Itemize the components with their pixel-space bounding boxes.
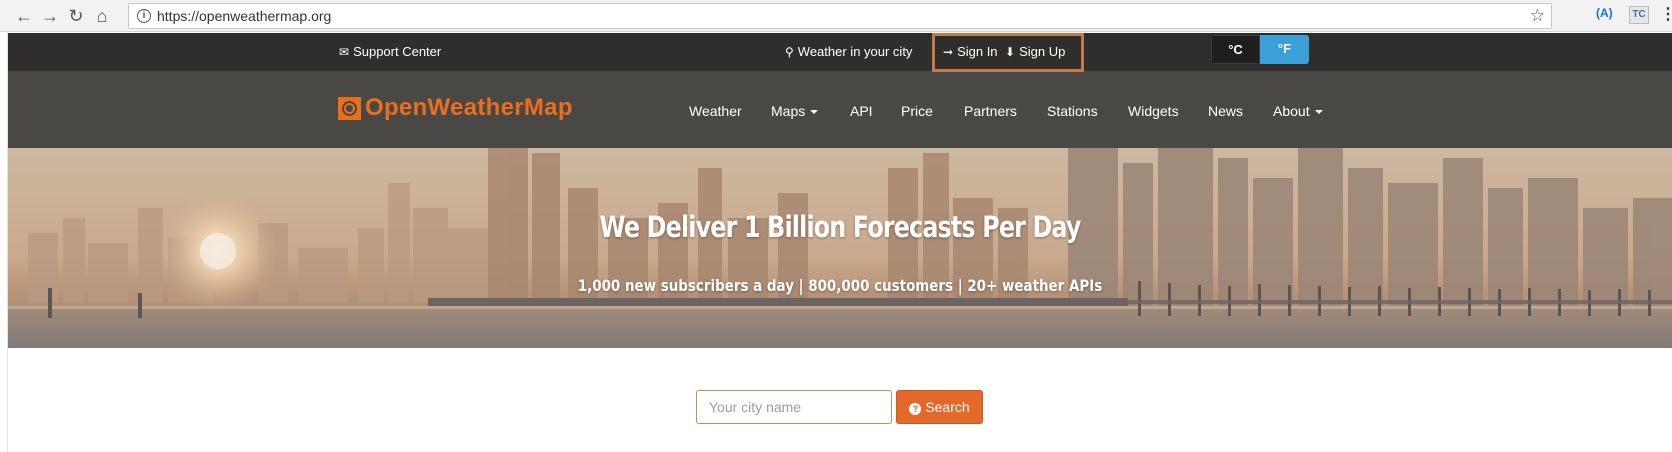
sign-in-label: Sign In bbox=[957, 44, 998, 59]
nav-item-news[interactable]: News bbox=[1208, 103, 1243, 119]
nav-item-price[interactable]: Price bbox=[901, 103, 933, 119]
support-center-label: Support Center bbox=[353, 44, 442, 59]
main-navigation: OpenWeatherMap Weather Maps API Price Pa… bbox=[8, 72, 1672, 148]
sign-up-link[interactable]: ⬇ Sign Up bbox=[1005, 44, 1065, 59]
reload-icon[interactable]: ↻ bbox=[66, 6, 86, 26]
browser-toolbar: ← → ↻ ⌂ i https://openweathermap.org ☆ (… bbox=[0, 0, 1672, 32]
nav-item-about-label: About bbox=[1273, 103, 1310, 119]
nav-item-stations[interactable]: Stations bbox=[1047, 103, 1098, 119]
weather-in-city-label: Weather in your city bbox=[797, 44, 913, 59]
window-edge bbox=[0, 32, 8, 452]
caret-down-icon bbox=[810, 110, 819, 115]
logo-text: OpenWeatherMap bbox=[365, 94, 573, 121]
sign-in-icon: ➞ bbox=[943, 45, 954, 59]
url-text[interactable]: https://openweathermap.org bbox=[157, 8, 331, 24]
extension-a-icon[interactable]: (A) bbox=[1596, 6, 1613, 20]
caret-down-icon bbox=[1314, 110, 1323, 115]
nav-item-widgets[interactable]: Widgets bbox=[1128, 103, 1179, 119]
download-circle-icon: ⬇ bbox=[1005, 45, 1016, 59]
celsius-button[interactable]: °C bbox=[1211, 35, 1260, 64]
hero-banner: We Deliver 1 Billion Forecasts Per Day 1… bbox=[8, 148, 1672, 348]
nav-item-weather[interactable]: Weather bbox=[689, 103, 742, 119]
weather-in-city-link[interactable]: ⚲ Weather in your city bbox=[785, 44, 912, 59]
search-icon: ⚲ bbox=[785, 45, 794, 59]
search-button[interactable]: ? Search bbox=[896, 390, 983, 424]
hero-subtitle: 1,000 new subscribers a day | 800,000 cu… bbox=[577, 276, 1103, 295]
search-button-label: Search bbox=[925, 399, 970, 415]
nav-item-maps-label: Maps bbox=[771, 103, 806, 119]
forward-arrow-icon[interactable]: → bbox=[40, 6, 60, 26]
city-skyline-image bbox=[8, 148, 1672, 348]
unit-toggle: °C °F bbox=[1211, 35, 1309, 64]
fahrenheit-button[interactable]: °F bbox=[1260, 35, 1309, 64]
nav-item-api[interactable]: API bbox=[850, 103, 873, 119]
city-search-input[interactable] bbox=[696, 390, 892, 424]
hero-title: We Deliver 1 Billion Forecasts Per Day bbox=[599, 210, 1081, 244]
logo-link[interactable]: OpenWeatherMap bbox=[338, 93, 573, 123]
nav-item-about[interactable]: About bbox=[1273, 103, 1323, 119]
nav-item-maps[interactable]: Maps bbox=[771, 103, 819, 119]
back-arrow-icon[interactable]: ← bbox=[14, 6, 34, 26]
bookmark-star-icon[interactable]: ☆ bbox=[1530, 6, 1545, 26]
sign-in-link[interactable]: ➞ Sign In bbox=[943, 44, 998, 59]
address-bar[interactable]: i https://openweathermap.org ☆ bbox=[128, 3, 1552, 29]
sign-up-label: Sign Up bbox=[1019, 44, 1066, 59]
question-circle-icon: ? bbox=[909, 403, 922, 415]
sun-logo-icon bbox=[338, 96, 361, 120]
support-center-link[interactable]: ✉ Support Center bbox=[339, 44, 441, 59]
extension-tc-icon[interactable]: TC bbox=[1629, 6, 1649, 24]
nav-item-partners[interactable]: Partners bbox=[964, 103, 1017, 119]
envelope-icon: ✉ bbox=[339, 45, 350, 59]
browser-menu-icon[interactable]: ⋮ bbox=[1660, 4, 1672, 24]
info-icon[interactable]: i bbox=[137, 9, 151, 23]
top-bar: ✉ Support Center ⚲ Weather in your city ➞ S… bbox=[8, 33, 1672, 72]
home-icon[interactable]: ⌂ bbox=[92, 6, 112, 26]
